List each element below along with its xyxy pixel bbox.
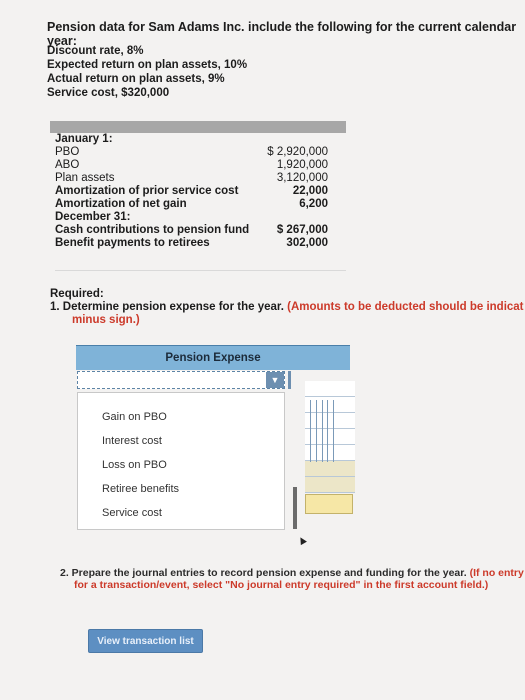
pension-expense-select[interactable]: ▼ <box>77 371 285 389</box>
amount-input[interactable] <box>305 461 355 477</box>
january-header: January 1: <box>55 133 113 145</box>
pension-expense-header: Pension Expense <box>76 345 350 370</box>
total-amount-field[interactable] <box>305 494 353 514</box>
table-row: Cash contributions to pension fund $ 267,… <box>55 224 328 236</box>
option-interest-cost[interactable]: Interest cost <box>102 435 162 447</box>
table-row: Benefit payments to retirees 302,000 <box>55 237 328 249</box>
scrollbar-handle[interactable] <box>293 487 297 529</box>
option-service-cost[interactable]: Service cost <box>102 507 162 519</box>
service-cost: Service cost, $320,000 <box>47 87 170 99</box>
required-section: Required: 1. Determine pension expense f… <box>50 288 525 327</box>
question-1-note-cont: minus sign.) <box>72 314 140 326</box>
column-lines <box>310 400 334 462</box>
dropdown-options-list: Gain on PBO Interest cost Loss on PBO Re… <box>77 392 285 530</box>
question-2-note-cont: for a transaction/event, select "No jour… <box>74 579 489 591</box>
question-2: 2. Prepare the journal entries to record… <box>60 567 525 591</box>
question-1-note: (Amounts to be deducted should be indica… <box>287 301 524 313</box>
december-header: December 31: <box>55 211 131 223</box>
question-2-note: (If no entry <box>469 567 524 579</box>
amount-input[interactable] <box>305 477 355 493</box>
discount-rate: Discount rate, 8% <box>47 45 144 57</box>
option-loss-on-pbo[interactable]: Loss on PBO <box>102 459 167 471</box>
mouse-cursor-icon: ▲ <box>293 530 311 550</box>
question-1: 1. Determine pension expense for the yea… <box>50 301 284 313</box>
actual-return: Actual return on plan assets, 9% <box>47 73 225 85</box>
table-row: PBO $ 2,920,000 <box>55 146 328 158</box>
view-transaction-list-button[interactable]: View transaction list <box>88 629 203 653</box>
question-2-text: 2. Prepare the journal entries to record… <box>60 567 467 579</box>
given-data: Discount rate, 8% Expected return on pla… <box>47 44 247 100</box>
required-heading: Required: <box>50 288 104 300</box>
table-header-bar <box>50 121 346 133</box>
option-retiree-benefits[interactable]: Retiree benefits <box>102 483 179 495</box>
dropdown-edge <box>288 371 291 389</box>
divider <box>55 270 346 271</box>
pension-data-table: January 1: PBO $ 2,920,000 ABO 1,920,000 P… <box>55 133 346 250</box>
table-row: Amortization of prior service cost 22,000 <box>55 185 328 197</box>
table-row: Plan assets 3,120,000 <box>55 172 328 184</box>
chevron-down-icon[interactable]: ▼ <box>266 372 284 388</box>
table-row: Amortization of net gain 6,200 <box>55 198 328 210</box>
option-gain-on-pbo[interactable]: Gain on PBO <box>102 411 167 423</box>
amount-input[interactable] <box>305 381 355 397</box>
table-row: ABO 1,920,000 <box>55 159 328 171</box>
expected-return: Expected return on plan assets, 10% <box>47 59 248 71</box>
